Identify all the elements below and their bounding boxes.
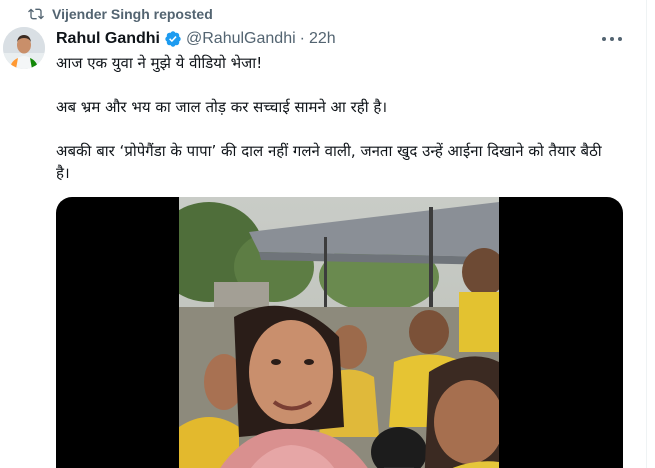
author-name[interactable]: Rahul Gandhi <box>56 30 160 48</box>
repost-icon <box>28 6 44 22</box>
repost-text: Vijender Singh reposted <box>52 6 213 22</box>
tweet-paragraph: अब भ्रम और भय का जाल तोड़ कर सच्चाई सामन… <box>56 98 388 116</box>
tweet-paragraph: आज एक युवा ने मुझे ये वीडियो भेजा! <box>56 54 263 72</box>
separator-dot: · <box>299 30 305 47</box>
repost-indicator[interactable]: Vijender Singh reposted <box>28 5 213 23</box>
avatar[interactable] <box>3 27 45 69</box>
video-frame <box>179 197 499 468</box>
timeline-border <box>646 0 655 468</box>
tweet-text: आज एक युवा ने मुझे ये वीडियो भेजा! अब भ्… <box>56 52 616 184</box>
tweet-header: Rahul Gandhi @RahulGandhi · 22h <box>56 28 336 50</box>
verified-badge-icon[interactable] <box>164 30 182 48</box>
tweet-paragraph: अबकी बार ‘प्रोपेगैंडा के पापा’ की दाल नह… <box>56 142 602 182</box>
more-options-icon[interactable] <box>602 30 622 48</box>
tweet-timestamp[interactable]: 22h <box>309 30 336 48</box>
author-handle[interactable]: @RahulGandhi <box>186 30 296 48</box>
video-player[interactable] <box>56 197 623 468</box>
